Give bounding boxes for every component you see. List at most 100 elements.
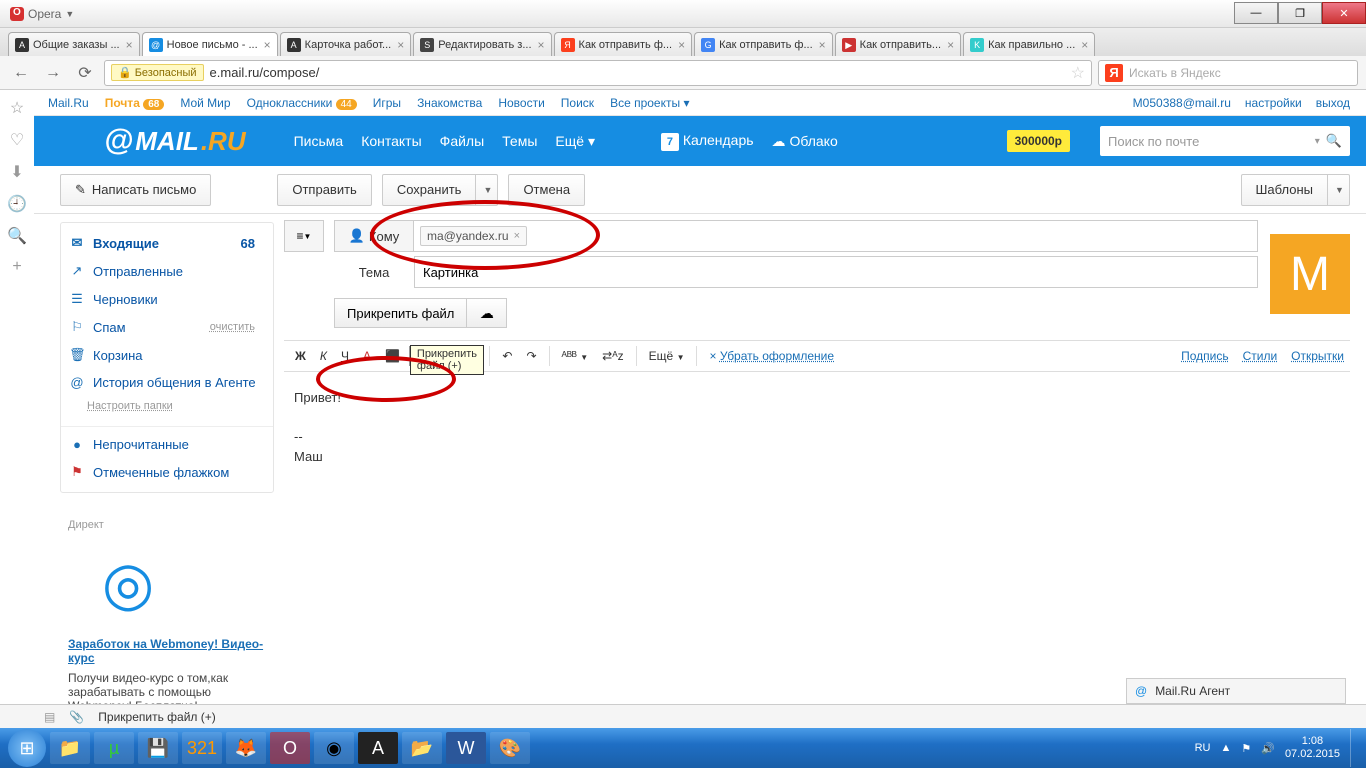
taskbar-opera[interactable]: O — [270, 732, 310, 764]
nav-search[interactable]: Поиск — [561, 96, 594, 110]
mailru-logo[interactable]: @MAIL.RU — [104, 124, 246, 158]
mail-search-input[interactable]: Поиск по почте ▾ 🔍 — [1100, 126, 1350, 156]
clear-spam[interactable]: очистить — [210, 321, 255, 333]
browser-tab-active[interactable]: @Новое письмо - ...× — [142, 32, 278, 56]
browser-tab[interactable]: GКак отправить ф...× — [694, 32, 833, 56]
header-files[interactable]: Файлы — [440, 133, 484, 149]
tray-lang[interactable]: RU — [1195, 742, 1211, 754]
browser-tab[interactable]: ▶Как отправить...× — [835, 32, 961, 56]
attach-file-button[interactable]: Прикрепить файл — [334, 298, 467, 328]
taskbar-app-a[interactable]: A — [358, 732, 398, 764]
folder-unread[interactable]: ●Непрочитанные — [61, 431, 273, 458]
close-icon[interactable]: × — [819, 38, 826, 52]
close-icon[interactable]: × — [538, 38, 545, 52]
address-bar[interactable]: 🔒 Безопасный e.mail.ru/compose/ ☆ — [104, 60, 1092, 86]
signature-link[interactable]: Подпись — [1181, 349, 1229, 363]
subject-input[interactable] — [414, 256, 1258, 288]
to-field-input[interactable]: ma@yandex.ru× — [414, 220, 1258, 252]
browser-tab[interactable]: AОбщие заказы ...× — [8, 32, 140, 56]
compose-button[interactable]: ✎Написать письмо — [60, 174, 211, 206]
folder-trash[interactable]: 🗑Корзина — [61, 341, 273, 369]
translate-button[interactable]: ⇄ᴬz — [597, 346, 629, 366]
download-icon[interactable]: ⬇ — [10, 162, 23, 182]
back-button[interactable]: ← — [8, 60, 34, 86]
folder-agent-history[interactable]: @История общения в Агенте — [61, 369, 273, 396]
taskbar-paint[interactable]: 🎨 — [490, 732, 530, 764]
close-icon[interactable]: × — [397, 38, 404, 52]
bookmark-star-icon[interactable]: ☆ — [1071, 63, 1085, 83]
forward-button[interactable]: → — [40, 60, 66, 86]
close-icon[interactable]: × — [264, 38, 271, 52]
bold-button[interactable]: Ж — [290, 346, 311, 366]
header-contacts[interactable]: Контакты — [361, 133, 421, 149]
templates-button[interactable]: Шаблоны — [1241, 174, 1329, 206]
save-button[interactable]: Сохранить — [382, 174, 477, 206]
heart-icon[interactable]: ♡ — [10, 130, 24, 150]
mailru-agent-bar[interactable]: @ Mail.Ru Агент — [1126, 678, 1346, 704]
redo-button[interactable]: ↷ — [521, 346, 541, 366]
ad-image[interactable]: ◎ — [68, 539, 188, 629]
history-icon[interactable]: 🕘 — [7, 194, 27, 214]
show-desktop[interactable] — [1350, 729, 1358, 767]
taskbar-firefox[interactable]: 🦊 — [226, 732, 266, 764]
browser-tab[interactable]: SРедактировать з...× — [413, 32, 551, 56]
taskbar-word[interactable]: W — [446, 732, 486, 764]
header-calendar[interactable]: 7 Календарь — [661, 132, 754, 151]
ad-title[interactable]: Заработок на Webmoney! Видео-курс — [68, 637, 263, 665]
taskbar-mpc[interactable]: 321 — [182, 732, 222, 764]
fields-toggle[interactable]: ≡ ▼ — [284, 220, 324, 252]
tray-flag-icon[interactable]: ⚑ — [1241, 742, 1251, 755]
cancel-button[interactable]: Отмена — [508, 174, 585, 206]
more-formatting[interactable]: Ещё ▼ — [644, 346, 690, 366]
nav-games[interactable]: Игры — [373, 96, 401, 110]
logout-link[interactable]: выход — [1316, 96, 1350, 110]
message-body[interactable]: Привет! -- Маш — [284, 372, 1350, 482]
remove-formatting[interactable]: × Убрать оформление — [704, 346, 839, 366]
nav-mailru[interactable]: Mail.Ru — [48, 96, 89, 110]
window-close[interactable]: ✕ — [1322, 2, 1366, 24]
recipient-chip[interactable]: ma@yandex.ru× — [420, 226, 527, 246]
browser-tab[interactable]: ЯКак отправить ф...× — [554, 32, 693, 56]
header-more[interactable]: Ещё ▾ — [555, 133, 595, 150]
opera-menu-button[interactable]: Opera ▼ — [0, 7, 84, 21]
close-icon[interactable]: × — [126, 38, 133, 52]
header-cloud[interactable]: ☁ Облако — [772, 133, 838, 150]
tray-clock[interactable]: 1:08 07.02.2015 — [1285, 735, 1340, 761]
yandex-search-input[interactable]: Я Искать в Яндекс — [1098, 60, 1358, 86]
send-button[interactable]: Отправить — [277, 174, 371, 206]
italic-button[interactable]: К — [315, 346, 332, 366]
header-themes[interactable]: Темы — [502, 133, 537, 149]
taskbar-utorrent[interactable]: µ — [94, 732, 134, 764]
status-attach-label[interactable]: Прикрепить файл (+) — [98, 710, 215, 724]
browser-tab[interactable]: KКак правильно ...× — [963, 32, 1095, 56]
remove-chip-icon[interactable]: × — [514, 230, 520, 242]
underline-button[interactable]: Ч — [336, 346, 354, 366]
close-icon[interactable]: × — [1081, 38, 1088, 52]
user-email[interactable]: M050388@mail.ru — [1133, 96, 1231, 110]
window-maximize[interactable]: ❐ — [1278, 2, 1322, 24]
reload-button[interactable]: ⟳ — [72, 60, 98, 86]
add-icon[interactable]: + — [12, 258, 21, 276]
browser-tab[interactable]: AКарточка работ...× — [280, 32, 412, 56]
styles-link[interactable]: Стили — [1243, 349, 1278, 363]
bg-color-button[interactable]: ⬛ — [380, 346, 405, 366]
nav-ok[interactable]: Одноклассники 44 — [247, 96, 357, 110]
nav-dating[interactable]: Знакомства — [417, 96, 482, 110]
attach-cloud-button[interactable]: ☁ — [467, 298, 507, 328]
tray-show-hidden-icon[interactable]: ▲ — [1220, 742, 1231, 754]
attach-inline-button[interactable]: 📎 Прикрепить файл (+) — [409, 346, 434, 366]
taskbar-explorer[interactable]: 📁 — [50, 732, 90, 764]
to-field-label[interactable]: 👤Кому — [334, 220, 414, 252]
status-attach-icon[interactable]: 📎 — [69, 710, 84, 724]
bookmark-icon[interactable]: ☆ — [10, 98, 24, 118]
spellcheck-button[interactable]: ᴬᴮᴮ ▼ — [557, 346, 594, 366]
close-icon[interactable]: × — [678, 38, 685, 52]
folder-sent[interactable]: ↗Отправленные — [61, 257, 273, 285]
tray-volume-icon[interactable]: 🔊 — [1261, 742, 1275, 755]
promo-banner[interactable]: 300000р — [1007, 130, 1070, 152]
folder-flagged[interactable]: ⚑Отмеченные флажком — [61, 458, 273, 486]
settings-link[interactable]: настройки — [1245, 96, 1302, 110]
search-icon[interactable]: 🔍 — [7, 226, 27, 246]
folder-inbox[interactable]: ✉Входящие68 — [61, 229, 273, 257]
window-minimize[interactable]: — — [1234, 2, 1278, 24]
